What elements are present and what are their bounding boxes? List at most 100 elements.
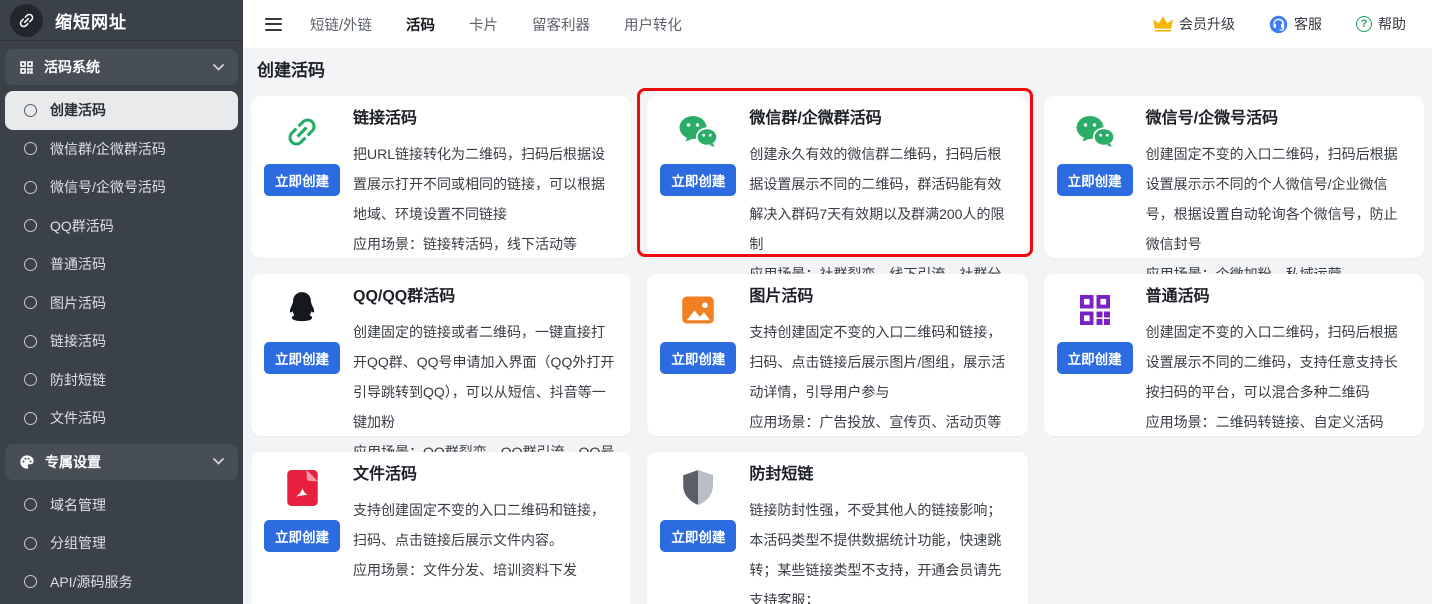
- help-button[interactable]: ? 帮助: [1356, 14, 1406, 34]
- chevron-down-icon: [213, 458, 224, 465]
- upgrade-membership-button[interactable]: 会员升级: [1153, 14, 1235, 34]
- tab-card[interactable]: 卡片: [469, 14, 498, 35]
- card-description: 创建固定的链接或者二维码，一键直接打开QQ群、QQ号申请加入界面（QQ外打开引导…: [353, 317, 617, 437]
- customer-service-button[interactable]: 客服: [1269, 14, 1322, 34]
- card-scene: 应用场景：文件分发、培训资料下发: [353, 562, 617, 578]
- sidebar-item-label: 微信号/企微号活码: [50, 177, 166, 197]
- headset-icon: [1269, 15, 1288, 34]
- tab-retain-customers[interactable]: 留客利器: [532, 14, 590, 35]
- card-normal-livecode: 立即创建 普通活码 创建固定不变的入口二维码，扫码后根据设置展示不同的二维码，支…: [1044, 274, 1424, 436]
- sidebar-item-label: 图片活码: [50, 293, 106, 313]
- sidebar-item-label: 普通活码: [50, 254, 106, 274]
- app-logo: [10, 4, 43, 37]
- create-now-button[interactable]: 立即创建: [660, 342, 736, 374]
- chevron-down-icon: [213, 64, 224, 71]
- create-now-button[interactable]: 立即创建: [660, 164, 736, 196]
- sidebar-item-label: 微信群/企微群活码: [50, 139, 166, 159]
- sidebar-item-label: 防封短链: [50, 370, 106, 390]
- service-label: 客服: [1294, 14, 1322, 34]
- shield-icon: [681, 465, 715, 511]
- create-now-button[interactable]: 立即创建: [264, 164, 340, 196]
- create-now-button[interactable]: 立即创建: [660, 520, 736, 552]
- circle-icon: [24, 181, 37, 194]
- card-link-livecode: 立即创建 链接活码 把URL链接转化为二维码，扫码后根据设置展示打开不同或相同的…: [251, 96, 631, 258]
- sidebar-item-label: 链接活码: [50, 331, 106, 351]
- sidebar-item-qq-group-livecode[interactable]: QQ群活码: [5, 207, 238, 246]
- sidebar-item-create-livecode[interactable]: 创建活码: [5, 91, 238, 130]
- card-image-livecode: 立即创建 图片活码 支持创建固定不变的入口二维码和链接，扫码、点击链接后展示图片…: [647, 274, 1027, 436]
- qq-penguin-icon: [285, 287, 319, 333]
- content-area: 创建活码 立即创建 链接活码 把URL链接转化为二维码，扫码后根据设置展示打开不…: [243, 48, 1432, 604]
- app-window: 缩短网址 活码系统 创建活码 微信群/企微群活码: [0, 0, 1432, 604]
- circle-icon: [24, 142, 37, 155]
- card-description: 把URL链接转化为二维码，扫码后根据设置展示打开不同或相同的链接，可以根据地域、…: [353, 139, 617, 229]
- sidebar-item-group-management[interactable]: 分组管理: [5, 524, 238, 563]
- circle-icon: [24, 258, 37, 271]
- crown-icon: [1153, 16, 1173, 32]
- sidebar-item-label: 域名管理: [50, 495, 106, 515]
- card-wechat-account-livecode: 立即创建 微信号/企微号活码 创建固定不变的入口二维码，扫码后根据设置展示示不同…: [1044, 96, 1424, 258]
- help-icon: ?: [1356, 16, 1372, 32]
- card-title: 文件活码: [353, 464, 617, 486]
- qrcode-icon: [1077, 287, 1113, 333]
- card-title: 微信群/企微群活码: [749, 108, 1013, 130]
- sidebar-item-link-livecode[interactable]: 链接活码: [5, 322, 238, 361]
- create-now-button[interactable]: 立即创建: [1057, 164, 1133, 196]
- tab-short-link[interactable]: 短链/外链: [310, 14, 372, 35]
- create-now-button[interactable]: 立即创建: [1057, 342, 1133, 374]
- qr-grid-icon: [19, 60, 34, 75]
- circle-icon: [24, 104, 37, 117]
- logo-bar: 缩短网址: [0, 0, 243, 41]
- circle-icon: [24, 335, 37, 348]
- sidebar-item-label: QQ群活码: [50, 216, 114, 236]
- create-now-button[interactable]: 立即创建: [264, 342, 340, 374]
- circle-icon: [24, 537, 37, 550]
- sidebar-item-label: 文件活码: [50, 408, 106, 428]
- circle-icon: [24, 219, 37, 232]
- sidebar-item-wechat-group-livecode[interactable]: 微信群/企微群活码: [5, 130, 238, 169]
- tab-user-conversion[interactable]: 用户转化: [624, 14, 682, 35]
- circle-icon: [24, 575, 37, 588]
- card-description: 链接防封性强，不受其他人的链接影响；本活码类型不提供数据统计功能，快速跳转；某些…: [749, 495, 1013, 604]
- card-description: 创建固定不变的入口二维码，扫码后根据设置展示示不同的个人微信号/企业微信号，根据…: [1146, 139, 1410, 259]
- hamburger-menu-icon[interactable]: [265, 18, 282, 31]
- topbar-actions: 会员升级 客服 ? 帮助: [1153, 14, 1406, 34]
- card-description: 创建永久有效的微信群二维码，扫码后根据设置展示不同的二维码，群活码能有效解决入群…: [749, 139, 1013, 259]
- empty-grid-cell: [1044, 452, 1424, 604]
- wechat-icon: [1075, 109, 1115, 155]
- sidebar-item-file-livecode[interactable]: 文件活码: [5, 399, 238, 438]
- help-label: 帮助: [1378, 14, 1406, 34]
- top-navbar: 短链/外链 活码 卡片 留客利器 用户转化 会员升级 客服: [243, 0, 1432, 48]
- sidebar-section-exclusive-settings[interactable]: 专属设置: [5, 444, 238, 480]
- sidebar-item-wechat-account-livecode[interactable]: 微信号/企微号活码: [5, 168, 238, 207]
- card-title: 图片活码: [749, 286, 1013, 308]
- circle-icon: [24, 373, 37, 386]
- wechat-icon: [678, 109, 718, 155]
- main-area: 短链/外链 活码 卡片 留客利器 用户转化 会员升级 客服: [243, 0, 1432, 604]
- card-scene: 应用场景：二维码转链接、自定义活码: [1146, 414, 1410, 430]
- nav-tabs: 短链/外链 活码 卡片 留客利器 用户转化: [310, 14, 682, 35]
- tab-live-code[interactable]: 活码: [406, 14, 435, 35]
- card-title: 链接活码: [353, 108, 617, 130]
- card-title: 普通活码: [1146, 286, 1410, 308]
- section-label: 活码系统: [44, 57, 100, 77]
- section-label: 专属设置: [45, 452, 101, 472]
- sidebar-item-normal-livecode[interactable]: 普通活码: [5, 245, 238, 284]
- sidebar-item-image-livecode[interactable]: 图片活码: [5, 284, 238, 323]
- card-qq-livecode: 立即创建 QQ/QQ群活码 创建固定的链接或者二维码，一键直接打开QQ群、QQ号…: [251, 274, 631, 436]
- app-title: 缩短网址: [55, 8, 127, 33]
- pdf-file-icon: [287, 465, 318, 511]
- sidebar-item-label: 创建活码: [50, 100, 106, 120]
- circle-icon: [24, 412, 37, 425]
- upgrade-label: 会员升级: [1179, 14, 1235, 34]
- create-now-button[interactable]: 立即创建: [264, 520, 340, 552]
- link-logo-icon: [17, 11, 36, 30]
- circle-icon: [24, 296, 37, 309]
- sidebar-item-antiblock-shortlink[interactable]: 防封短链: [5, 361, 238, 400]
- sidebar-item-domain-management[interactable]: 域名管理: [5, 486, 238, 525]
- card-description: 支持创建固定不变的入口二维码和链接，扫码、点击链接后展示文件内容。: [353, 495, 617, 555]
- sidebar-section-livecode-system[interactable]: 活码系统: [5, 49, 238, 85]
- sidebar-item-api-source-service[interactable]: API/源码服务: [5, 563, 238, 602]
- sidebar-item-label: API/源码服务: [50, 572, 132, 592]
- sidebar: 缩短网址 活码系统 创建活码 微信群/企微群活码: [0, 0, 243, 604]
